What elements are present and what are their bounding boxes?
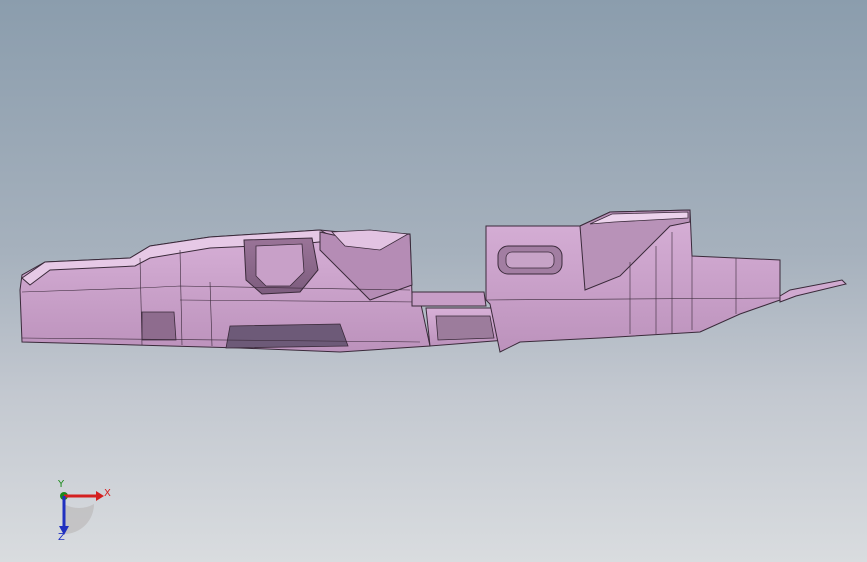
x-axis-label: X — [104, 488, 111, 499]
z-axis-label: Z — [58, 532, 65, 543]
axis-arrows-icon — [59, 491, 104, 535]
part-right-slot-inner — [505, 251, 555, 269]
part-pocket-inner — [255, 243, 305, 287]
cad-3d-viewport[interactable]: X Y Z — [0, 0, 867, 562]
part-slot-left — [141, 311, 177, 341]
part-slot-center — [225, 323, 349, 349]
coordinate-triad: X Y Z — [44, 480, 124, 550]
y-axis-label: Y — [58, 479, 65, 490]
part-right-tab — [779, 279, 847, 303]
part-middle-box-window — [435, 315, 495, 341]
part-middle-bracket — [411, 291, 487, 307]
sheet-metal-part-model[interactable] — [0, 0, 867, 562]
